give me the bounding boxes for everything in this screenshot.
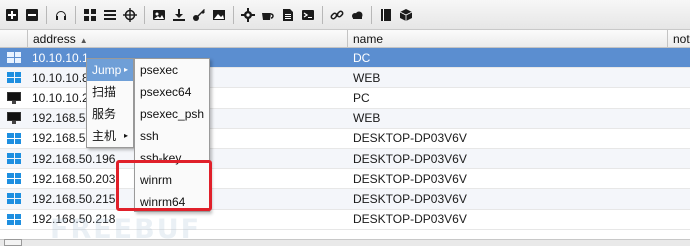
crosshair-icon[interactable] [121, 6, 139, 24]
monitor-icon [7, 91, 21, 104]
name-cell: WEB [353, 111, 381, 126]
header-note[interactable]: note [668, 30, 690, 48]
picture-icon[interactable] [210, 6, 228, 24]
windows-icon [7, 153, 21, 165]
submenu-arrow-icon: ▸ [123, 131, 128, 140]
name-cell: DESKTOP-DP03V6V [353, 151, 467, 166]
sort-ascending-icon: ▲ [79, 36, 88, 45]
name-cell: DESKTOP-DP03V6V [353, 191, 467, 206]
menu-item-scan[interactable]: 扫描 [87, 81, 133, 103]
table-row[interactable]: 192.168.50.215 DESKTOP-DP03V6V [0, 189, 690, 210]
toolbar-divider [233, 5, 234, 24]
bottom-tab[interactable] [4, 239, 22, 246]
name-cell: DESKTOP-DP03V6V [353, 131, 467, 146]
key-icon[interactable] [190, 6, 208, 24]
menu-item-psexec-psh[interactable]: psexec_psh [135, 103, 209, 125]
windows-icon [7, 193, 21, 205]
headphones-icon[interactable] [52, 6, 70, 24]
menu-item-psexec64[interactable]: psexec64 [135, 81, 209, 103]
toolbar-divider [75, 5, 76, 24]
toolbar-divider [371, 5, 372, 24]
coffee-icon[interactable] [259, 6, 277, 24]
name-cell: DC [353, 50, 371, 65]
context-menu: Jump ▸ 扫描 服务 主机 ▸ [86, 58, 134, 148]
toolbar [0, 0, 690, 30]
menu-item-services[interactable]: 服务 [87, 103, 133, 125]
add-icon[interactable] [3, 6, 21, 24]
grid-icon[interactable] [81, 6, 99, 24]
download-icon[interactable] [170, 6, 188, 24]
name-cell: WEB [353, 70, 381, 85]
name-cell: PC [353, 90, 370, 105]
submenu-arrow-icon: ▸ [123, 65, 128, 74]
windows-icon [7, 52, 21, 64]
table-header: address▲ name note [0, 30, 690, 48]
document-icon[interactable] [279, 6, 297, 24]
cloud-icon[interactable] [348, 6, 366, 24]
windows-icon [7, 132, 21, 144]
table-row[interactable]: 192.168.50.196 DESKTOP-DP03V6V [0, 148, 690, 170]
windows-icon [7, 213, 21, 225]
image-icon[interactable] [150, 6, 168, 24]
windows-icon [7, 72, 21, 84]
toolbar-divider [46, 5, 47, 24]
menu-item-ssh[interactable]: ssh [135, 125, 209, 147]
annotation-highlight-box [116, 160, 212, 211]
header-address[interactable]: address ▲ [28, 30, 348, 48]
link-icon[interactable] [328, 6, 346, 24]
header-icon-column[interactable] [0, 30, 28, 48]
menu-item-jump[interactable]: Jump ▸ [87, 59, 133, 81]
terminal-icon[interactable] [299, 6, 317, 24]
menu-item-host[interactable]: 主机 ▸ [87, 125, 133, 147]
monitor-icon [7, 112, 21, 125]
gear-icon[interactable] [239, 6, 257, 24]
remove-icon[interactable] [23, 6, 41, 24]
book-icon[interactable] [377, 6, 395, 24]
name-cell: DESKTOP-DP03V6V [353, 171, 467, 186]
name-cell: DESKTOP-DP03V6V [353, 212, 467, 227]
header-name[interactable]: name [348, 30, 668, 48]
list-icon[interactable] [101, 6, 119, 24]
cube-icon[interactable] [397, 6, 415, 24]
table-row[interactable]: 192.168.50.203 DESKTOP-DP03V6V [0, 169, 690, 190]
toolbar-divider [322, 5, 323, 24]
toolbar-divider [144, 5, 145, 24]
bottom-tab-bar [0, 239, 690, 246]
table-row[interactable]: 192.168.50.218 DESKTOP-DP03V6V [0, 210, 690, 230]
windows-icon [7, 173, 21, 185]
menu-item-psexec[interactable]: psexec [135, 59, 209, 81]
